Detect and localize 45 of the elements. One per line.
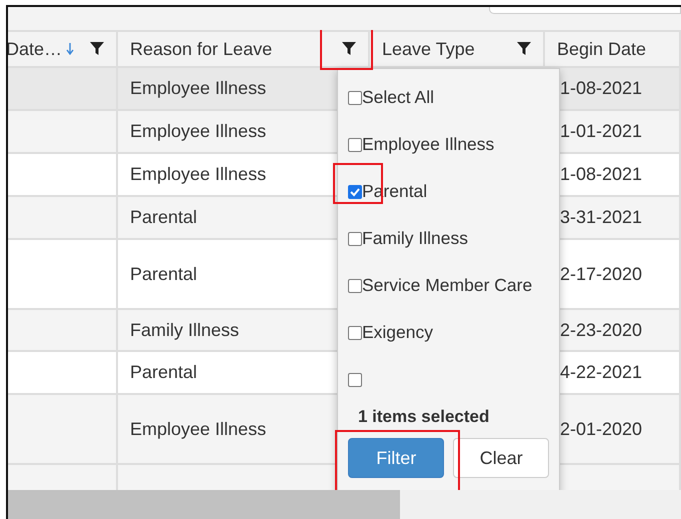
checkbox[interactable]	[348, 372, 362, 386]
checkbox[interactable]	[348, 90, 362, 104]
filter-option[interactable]: Exigency	[348, 309, 549, 356]
selection-count: 1 items selected	[357, 407, 490, 427]
column-title: Begin Date	[557, 38, 646, 60]
filter-icon[interactable]	[342, 42, 356, 56]
highlight-box	[320, 30, 373, 70]
filter-option[interactable]: Family Illness	[348, 215, 549, 262]
checkbox[interactable]	[348, 326, 362, 340]
column-header[interactable]: Begin Date	[545, 32, 681, 66]
table-cell: Parental	[130, 264, 198, 284]
column-header[interactable]: Reason for Leave	[118, 32, 370, 66]
table-cell: Employee Illness	[130, 78, 266, 99]
filter-button[interactable]: Filter	[348, 438, 444, 478]
table-cell: Family Illness	[130, 320, 240, 340]
table-cell: 2-23-2020	[560, 320, 642, 340]
column-title: Leave Type	[382, 38, 475, 60]
table-cell: Parental	[130, 207, 198, 228]
text-field[interactable]	[489, 7, 681, 14]
filter-option[interactable]: Service Member Care	[348, 262, 549, 309]
filter-icon[interactable]	[90, 42, 104, 56]
column-header[interactable]: Leave Type	[370, 32, 545, 66]
table-cell: 2-17-2020	[560, 264, 642, 284]
table-cell: Employee Illness	[130, 121, 266, 142]
checkbox[interactable]	[348, 138, 362, 152]
filter-icon[interactable]	[517, 42, 531, 56]
checkbox[interactable]	[348, 184, 362, 198]
clear-button[interactable]: Clear	[453, 438, 549, 478]
scrollbar[interactable]	[8, 490, 681, 519]
filter-option[interactable]: Select All	[348, 74, 549, 121]
table-cell: 1-08-2021	[560, 164, 642, 185]
checkbox[interactable]	[348, 278, 362, 292]
table-cell: 1-01-2021	[560, 121, 642, 142]
table-cell: Employee Illness	[130, 164, 266, 185]
table-cell: Employee Illness	[130, 418, 266, 440]
table-cell: 2-01-2020	[560, 418, 642, 440]
sort-arrow-icon[interactable]	[66, 43, 74, 55]
table-cell: 3-31-2021	[560, 207, 642, 228]
table-cell: 4-22-2021	[560, 362, 642, 383]
column-title: Reason for Leave	[130, 38, 272, 60]
scrollbar-thumb[interactable]	[8, 490, 400, 519]
table-cell: 1-08-2021	[560, 78, 642, 99]
checkbox[interactable]	[348, 232, 362, 246]
filter-option[interactable]: Employee Illness	[348, 121, 549, 168]
table-cell: Parental	[130, 362, 198, 383]
